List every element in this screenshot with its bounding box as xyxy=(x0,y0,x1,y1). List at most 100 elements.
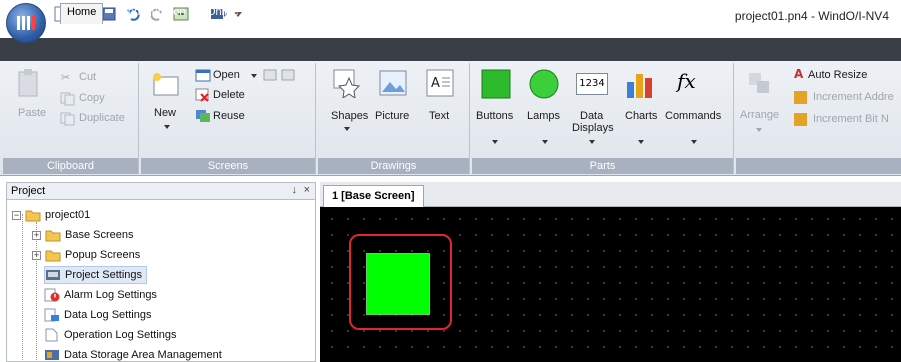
tab-home[interactable]: Home xyxy=(60,3,104,24)
text-label: Text xyxy=(429,110,450,122)
copy-icon xyxy=(60,92,75,106)
open-dropdown-arrow xyxy=(251,74,257,78)
tree-node-label: Base Screens xyxy=(65,229,134,241)
app-logo-icon xyxy=(17,16,35,30)
tree-node-project-settings[interactable]: Project Settings xyxy=(44,266,148,284)
text-icon: A xyxy=(426,69,454,97)
editor-tab-bar: 1 [Base Screen] xyxy=(320,182,901,207)
charts-dropdown-arrow xyxy=(638,140,644,144)
picture-label: Picture xyxy=(375,110,410,122)
cut-label: Cut xyxy=(79,71,97,83)
new-dropdown-arrow xyxy=(164,125,170,129)
folder-icon xyxy=(25,208,41,222)
svg-text:A: A xyxy=(431,76,440,91)
storage-icon xyxy=(44,348,60,362)
open-label: Open xyxy=(213,69,240,81)
application-button[interactable] xyxy=(6,3,46,43)
duplicate-label: Duplicate xyxy=(79,112,125,124)
data-displays-label-line2: Displays xyxy=(572,122,614,134)
project-settings-icon xyxy=(45,268,61,282)
commands-dropdown-arrow xyxy=(691,140,697,144)
increment-bit-icon xyxy=(794,113,807,126)
expand-expander[interactable]: + xyxy=(32,230,41,240)
clipboard-group-label: Clipboard xyxy=(3,158,138,174)
buttons-label: Buttons xyxy=(476,110,514,122)
tree-node-label: Data Log Settings xyxy=(64,309,152,321)
folder-icon xyxy=(45,248,61,262)
buttons-dropdown-arrow xyxy=(492,140,498,144)
close-pane-icon[interactable]: × xyxy=(304,184,310,196)
tree-node-label: Project Settings xyxy=(65,269,143,281)
button-part-icon xyxy=(481,69,511,99)
duplicate-icon xyxy=(60,112,75,126)
pin-icon[interactable]: ↓ xyxy=(292,184,298,196)
drawings-group-label: Drawings xyxy=(318,158,469,174)
tab-configuration[interactable]: Configuration xyxy=(114,4,191,23)
lamps-label: Lamps xyxy=(527,110,561,122)
expand-expander[interactable]: + xyxy=(32,250,41,260)
data-log-icon xyxy=(44,308,60,322)
parts-group-label: Parts xyxy=(472,158,733,174)
tree-node-data-storage-area-management[interactable]: Data Storage Area Management xyxy=(44,346,222,362)
open-screen-icon xyxy=(195,69,211,82)
shapes-dropdown-arrow xyxy=(344,127,350,131)
tree-node-label: Operation Log Settings xyxy=(64,329,177,341)
screen-back-icon[interactable] xyxy=(263,68,277,82)
tree-node-operation-log-settings[interactable]: Operation Log Settings xyxy=(44,326,177,344)
lamps-dropdown-arrow xyxy=(542,140,548,144)
increment-bit-label: Increment Bit N xyxy=(813,113,889,125)
data-displays-label-line1: Data xyxy=(580,110,604,122)
copy-label: Copy xyxy=(79,92,105,104)
auto-resize-label: Auto Resize xyxy=(808,69,868,81)
clipboard-group: Paste ✂ Cut Copy Duplicate Clipboard xyxy=(3,63,139,174)
document-icon xyxy=(44,328,60,342)
green-lamp-part[interactable] xyxy=(366,253,430,315)
window-title: project01.pn4 - WindO/I-NV4 xyxy=(734,9,889,23)
tree-node-label: project01 xyxy=(45,209,91,221)
commands-label: Commands xyxy=(665,110,722,122)
paste-label: Paste xyxy=(18,107,47,119)
project-pane-title: Project xyxy=(11,185,46,197)
commands-fx-icon: fx xyxy=(677,69,696,93)
tab-view[interactable]: View xyxy=(254,4,290,23)
parts-group: Buttons Lamps 1234 Data Displays Charts … xyxy=(472,63,734,174)
data-display-icon: 1234 xyxy=(576,73,608,95)
arrange-dropdown-arrow xyxy=(756,128,762,132)
screen-forward-icon[interactable] xyxy=(281,68,295,82)
tab-online[interactable]: Online xyxy=(201,4,245,23)
arrange-group-label xyxy=(736,158,901,174)
new-label: New xyxy=(154,107,177,119)
tree-node-alarm-log-settings[interactable]: Alarm Log Settings xyxy=(44,286,157,304)
folder-icon xyxy=(45,228,61,242)
screens-group-label: Screens xyxy=(141,158,315,174)
tree-node-label: Data Storage Area Management xyxy=(64,349,222,361)
delete-label: Delete xyxy=(213,89,245,101)
charts-icon xyxy=(627,74,652,98)
reuse-label: Reuse xyxy=(213,110,245,122)
tree-node-label: Alarm Log Settings xyxy=(64,289,157,301)
collapse-expander[interactable]: − xyxy=(12,210,21,220)
arrange-icon xyxy=(749,73,769,93)
tab-base-screen-1[interactable]: 1 [Base Screen] xyxy=(323,185,424,207)
arrange-label: Arrange xyxy=(740,109,780,121)
auto-resize-icon: A xyxy=(794,67,804,81)
screens-group: New Open Delete Reuse Screens xyxy=(141,63,316,174)
tree-node-project01[interactable]: − project01 xyxy=(12,206,90,224)
tree-node-label: Popup Screens xyxy=(65,249,141,261)
ribbon-tab-strip xyxy=(0,38,901,61)
tree-node-data-log-settings[interactable]: Data Log Settings xyxy=(44,306,151,324)
ribbon: Paste ✂ Cut Copy Duplicate Clipboard New… xyxy=(0,61,901,176)
drawings-group: Shapes Picture A Text Drawings xyxy=(318,63,470,174)
tree-node-base-screens[interactable]: + Base Screens xyxy=(32,226,133,244)
shapes-label: Shapes xyxy=(331,110,369,122)
tab-format[interactable]: Format xyxy=(300,4,347,23)
increment-address-label: Increment Addre xyxy=(813,91,894,103)
scissors-icon: ✂ xyxy=(61,72,71,84)
tree-node-popup-screens[interactable]: + Popup Screens xyxy=(32,246,140,264)
tree-connector xyxy=(22,214,23,360)
project-pane-header: Project ↓ × xyxy=(6,182,316,200)
project-tree: − project01 + Base Screens + Popup Scree… xyxy=(6,200,316,362)
shapes-icon xyxy=(333,69,361,98)
new-screen-icon xyxy=(153,73,179,96)
lamp-part-icon xyxy=(529,69,559,99)
